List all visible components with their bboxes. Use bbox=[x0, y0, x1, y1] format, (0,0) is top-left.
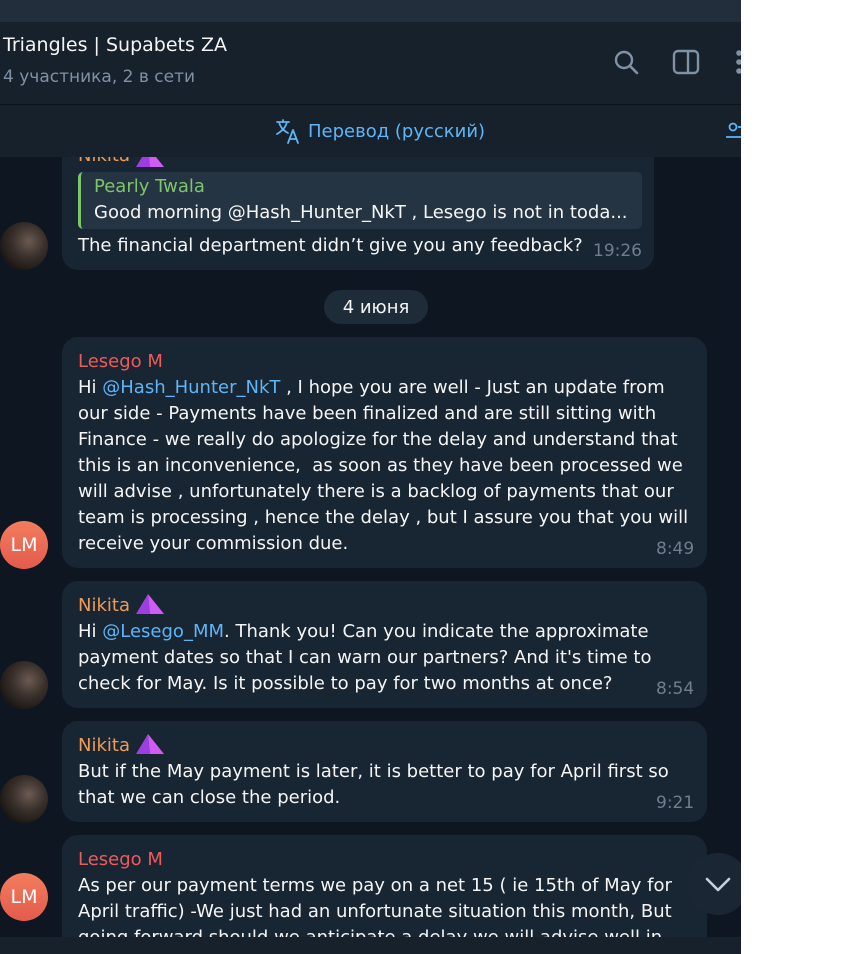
sender-name[interactable]: Nikita bbox=[78, 157, 130, 166]
avatar[interactable] bbox=[0, 661, 48, 709]
message-bubble[interactable]: Lesego M As per our payment terms we pay… bbox=[62, 835, 707, 937]
text-segment: Hi bbox=[78, 621, 103, 642]
message-bubble[interactable]: Nikita Pearly Twala Good morning @Hash_H… bbox=[62, 157, 654, 270]
message-text: Hi @Lesego_MM. Thank you! Can you indica… bbox=[78, 619, 651, 697]
translate-bar: Перевод (русский) bbox=[0, 105, 741, 157]
emoji-status-icon bbox=[136, 157, 164, 167]
text-line: team is processing , hence the delay , b… bbox=[78, 507, 689, 528]
sender-name[interactable]: Nikita bbox=[78, 735, 130, 756]
emoji-status-icon bbox=[136, 734, 164, 754]
message-text: But if the May payment is later, it is b… bbox=[78, 759, 669, 811]
text-line: that we can close the period. bbox=[78, 787, 341, 808]
mention-link[interactable]: @Hash_Hunter_NkT bbox=[102, 377, 280, 398]
text-line: But if the May payment is later, it is b… bbox=[78, 761, 669, 782]
reply-quote[interactable]: Pearly Twala Good morning @Hash_Hunter_N… bbox=[78, 172, 642, 229]
message-bubble[interactable]: Nikita Hi @Lesego_MM. Thank you! Can you… bbox=[62, 581, 707, 708]
text-line: Finance - we really do apologize for the… bbox=[78, 429, 678, 450]
telegram-window: Triangles | Supabets ZA 4 участника, 2 в… bbox=[0, 0, 741, 954]
scroll-to-bottom-button[interactable] bbox=[687, 853, 741, 915]
sender-name[interactable]: Lesego M bbox=[78, 351, 163, 372]
emoji-status-icon bbox=[136, 594, 164, 614]
window-titlebar bbox=[0, 0, 741, 22]
text-segment: , I hope you are well - Just an update f… bbox=[280, 377, 665, 398]
reply-preview-text: Good morning @Hash_Hunter_NkT , Lesego i… bbox=[94, 202, 628, 223]
translate-button[interactable]: Перевод (русский) bbox=[274, 117, 485, 145]
message-bubble[interactable]: Nikita But if the May payment is later, … bbox=[62, 721, 707, 822]
message-bubble[interactable]: Lesego M Hi @Hash_Hunter_NkT , I hope yo… bbox=[62, 337, 707, 568]
text-line: As per our payment terms we pay on a net… bbox=[78, 875, 672, 896]
text-line: check for May. Is it possible to pay for… bbox=[78, 673, 613, 694]
text-line: receive your commission due. bbox=[78, 533, 349, 554]
message-time: 8:54 bbox=[656, 679, 695, 699]
avatar[interactable] bbox=[0, 775, 48, 823]
avatar[interactable]: LM bbox=[0, 521, 48, 569]
translate-label: Перевод (русский) bbox=[308, 120, 486, 142]
text-line: will advise , unfortunately there is a b… bbox=[78, 481, 674, 502]
sidebar-toggle-icon[interactable] bbox=[670, 46, 702, 78]
mention-link[interactable]: @Lesego_MM bbox=[102, 621, 224, 642]
search-icon[interactable] bbox=[610, 46, 642, 78]
translate-icon bbox=[276, 119, 299, 144]
sender-name[interactable]: Lesego M bbox=[78, 849, 163, 870]
text-segment: . Thank you! Can you indicate the approx… bbox=[224, 621, 649, 642]
chat-header[interactable]: Triangles | Supabets ZA 4 участника, 2 в… bbox=[0, 22, 741, 105]
avatar[interactable] bbox=[0, 222, 48, 270]
message-text: The financial department didn’t give you… bbox=[78, 235, 583, 256]
text-segment: Hi bbox=[78, 377, 103, 398]
composer-edge bbox=[0, 937, 741, 954]
translate-settings-icon[interactable] bbox=[726, 121, 741, 141]
date-separator: 4 июня bbox=[324, 290, 428, 324]
message-list[interactable]: Nikita Pearly Twala Good morning @Hash_H… bbox=[0, 157, 741, 937]
message-time: 19:26 bbox=[593, 241, 642, 261]
chat-title[interactable]: Triangles | Supabets ZA bbox=[3, 34, 227, 56]
text-line: our side - Payments have been finalized … bbox=[78, 403, 657, 424]
sender-name[interactable]: Nikita bbox=[78, 595, 130, 616]
avatar[interactable]: LM bbox=[0, 873, 48, 921]
text-line: going forward should we anticipate a del… bbox=[78, 927, 662, 937]
text-line: April traffic) -We just had an unfortuna… bbox=[78, 901, 672, 922]
message-time: 8:49 bbox=[656, 539, 695, 559]
more-vertical-icon[interactable] bbox=[730, 46, 741, 78]
text-line: payment dates so that I can warn our par… bbox=[78, 647, 652, 668]
message-text: As per our payment terms we pay on a net… bbox=[78, 873, 672, 937]
message-text: Hi @Hash_Hunter_NkT , I hope you are wel… bbox=[78, 375, 688, 557]
chat-subtitle: 4 участника, 2 в сети bbox=[3, 67, 196, 87]
text-line: this is an inconvenience, as soon as the… bbox=[78, 455, 683, 476]
chevron-down-icon bbox=[705, 877, 731, 892]
reply-sender-name: Pearly Twala bbox=[94, 176, 205, 197]
message-time: 9:21 bbox=[656, 793, 695, 813]
